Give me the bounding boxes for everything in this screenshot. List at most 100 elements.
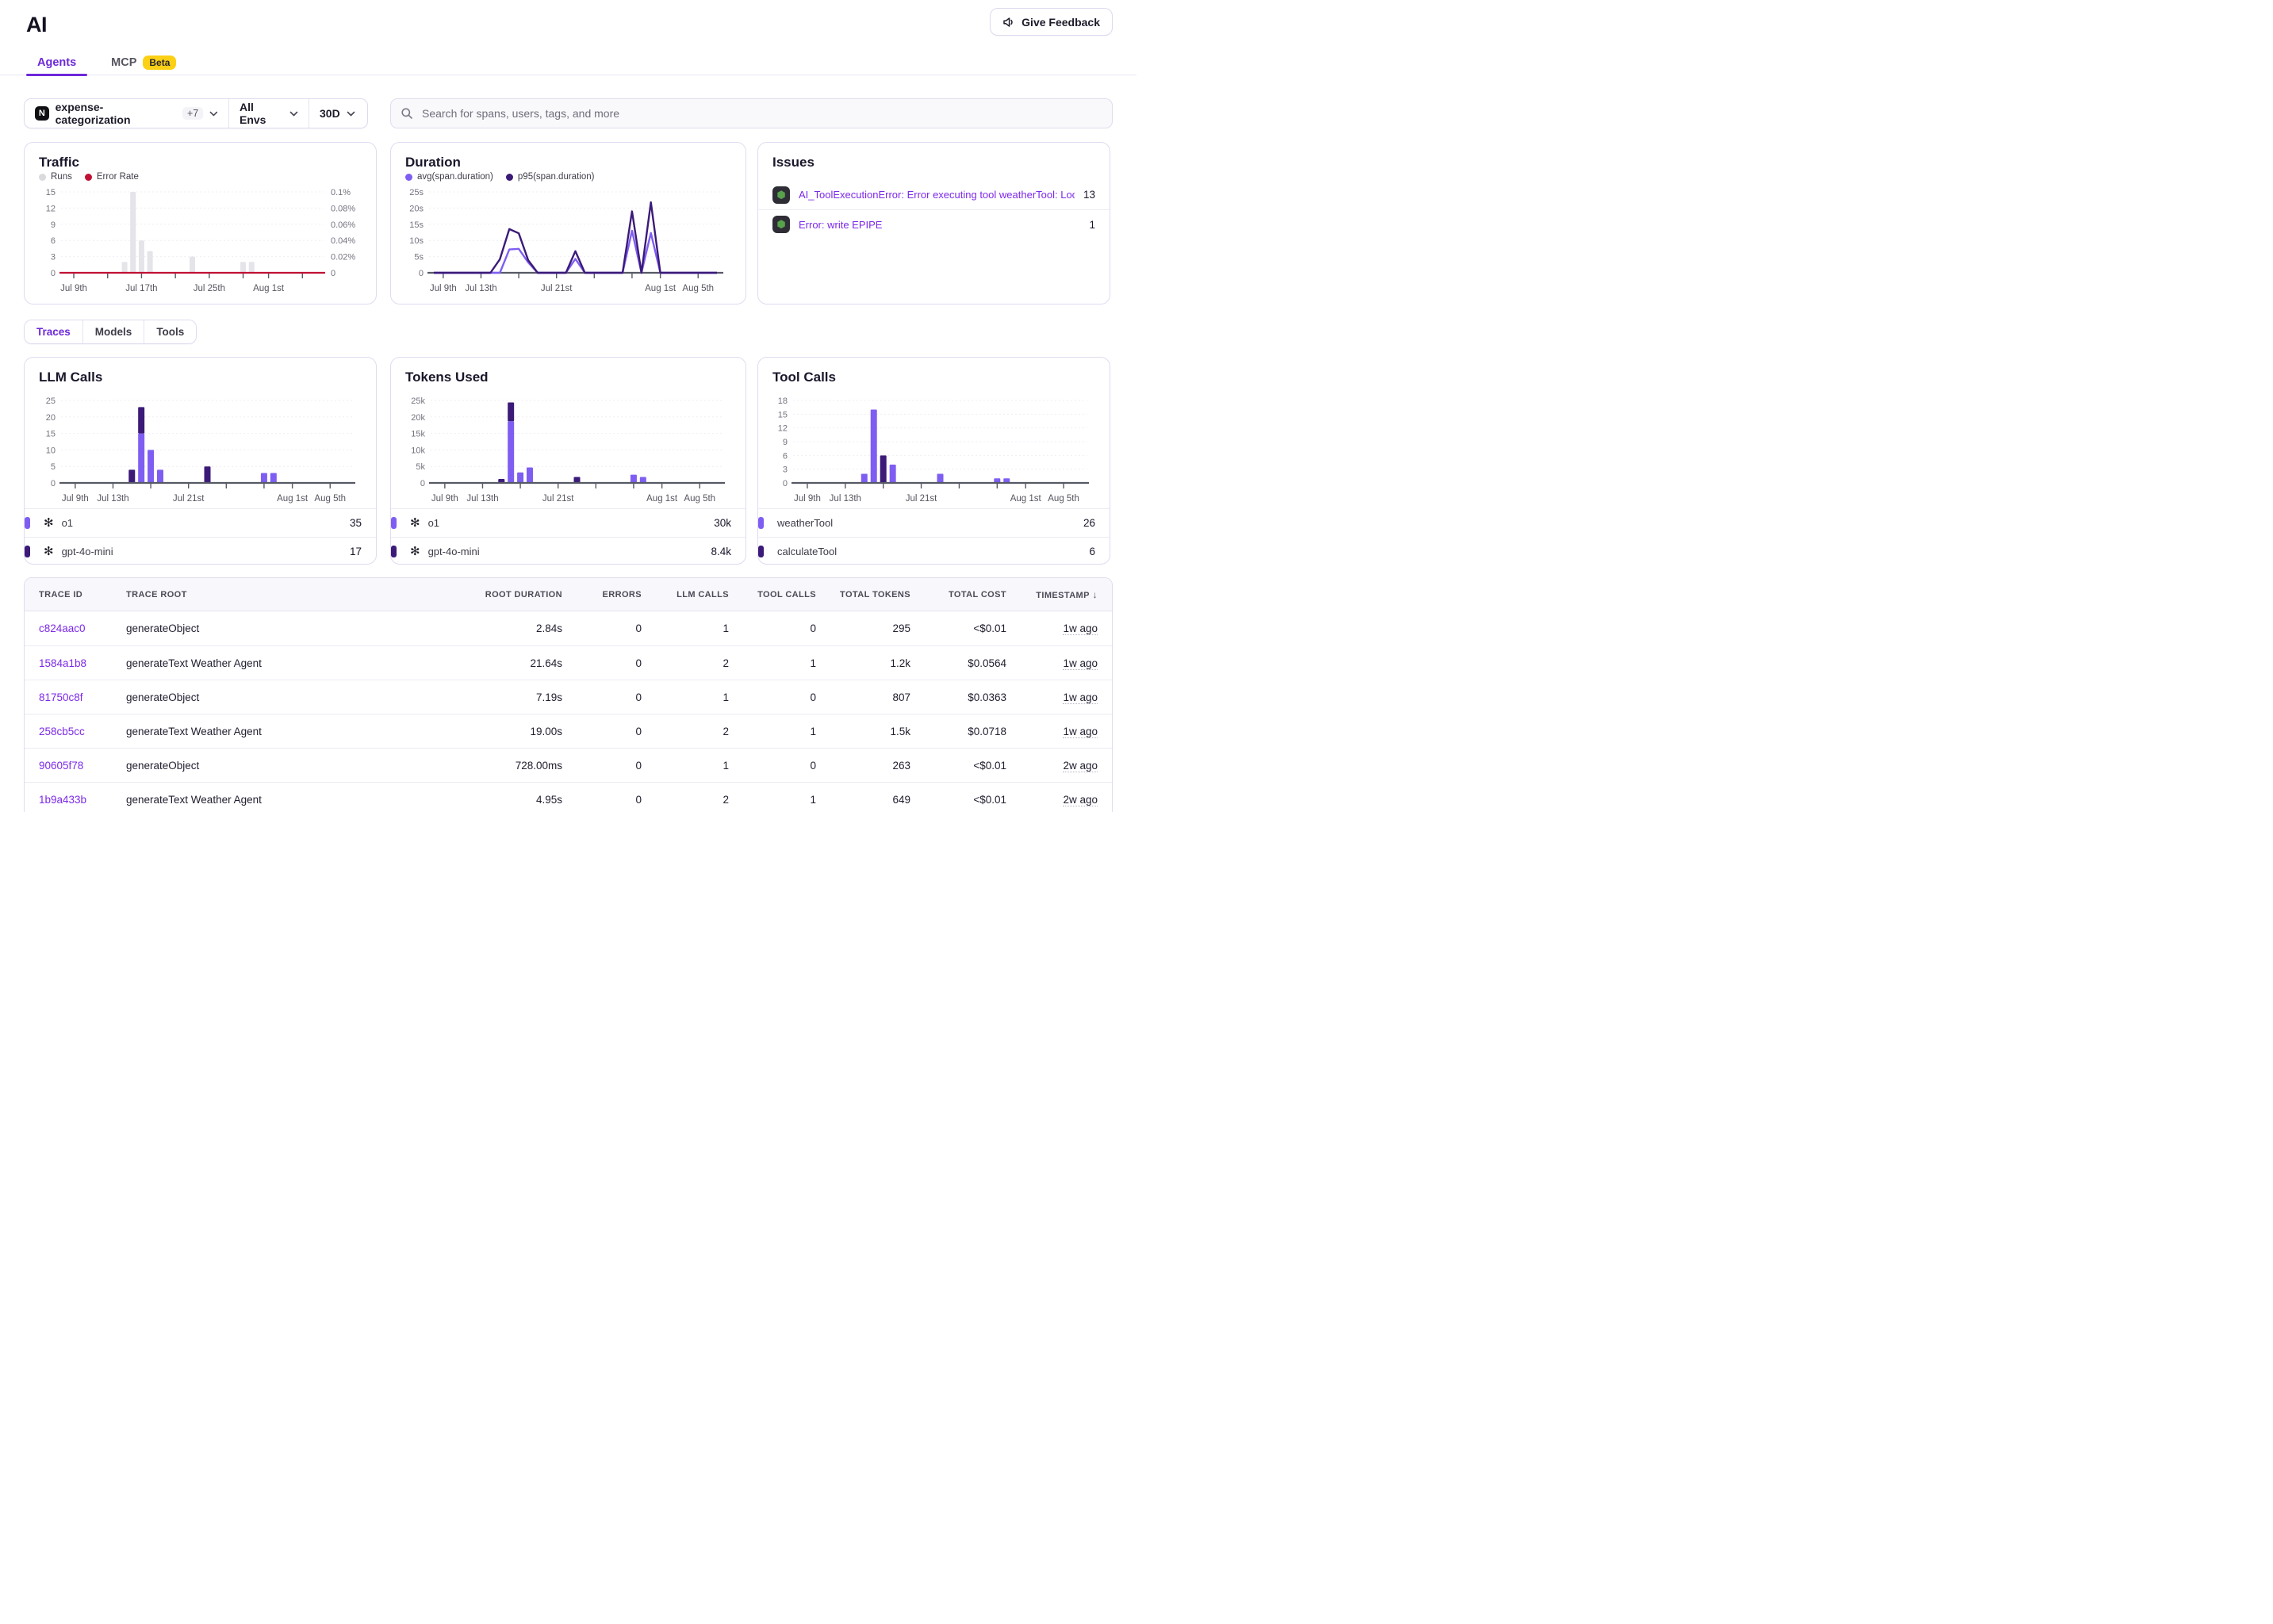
- duration-legend: avg(span.duration)p95(span.duration): [405, 172, 594, 182]
- tool-calls: 1: [729, 794, 816, 806]
- table-row[interactable]: 81750c8fgenerateObject7.19s010807$0.0363…: [25, 680, 1112, 714]
- svg-text:Aug 5th: Aug 5th: [684, 494, 715, 504]
- column-header-errors[interactable]: ERRORS: [562, 590, 642, 599]
- series-breakdown-row[interactable]: calculateTool6: [758, 537, 1110, 565]
- series-label: o1: [62, 517, 73, 529]
- openai-icon: ✻: [44, 517, 54, 529]
- column-header-trace-root[interactable]: TRACE ROOT: [126, 590, 388, 599]
- project-filter-dropdown[interactable]: N expense-categorization +7: [25, 99, 228, 128]
- search-icon: [401, 107, 413, 120]
- trace-id-link[interactable]: 1584a1b8: [25, 657, 126, 669]
- column-header-llm-calls[interactable]: LLM CALLS: [642, 590, 729, 599]
- svg-text:0: 0: [51, 269, 56, 278]
- timestamp-link[interactable]: 1w ago: [1006, 726, 1112, 737]
- issue-count: 13: [1083, 189, 1095, 201]
- errors: 0: [562, 794, 642, 806]
- table-row[interactable]: c824aac0generateObject2.84s010295<$0.011…: [25, 611, 1112, 645]
- series-breakdown-row[interactable]: ✻o130k: [391, 508, 746, 537]
- llm-calls: 2: [642, 726, 729, 737]
- timestamp-link[interactable]: 2w ago: [1006, 794, 1112, 806]
- openai-icon: ✻: [410, 517, 420, 529]
- tab-models[interactable]: Models: [82, 320, 144, 343]
- root-duration: 2.84s: [388, 622, 562, 634]
- svg-text:0: 0: [420, 479, 425, 488]
- series-breakdown-row[interactable]: ✻gpt-4o-mini8.4k: [391, 537, 746, 565]
- errors: 0: [562, 726, 642, 737]
- legend-dot-icon: [506, 174, 513, 181]
- column-header-timestamp[interactable]: TIMESTAMP ↓: [1006, 589, 1112, 600]
- column-header-trace-id[interactable]: TRACE ID: [25, 590, 126, 599]
- series-value: 17: [350, 546, 362, 557]
- trace-root: generateObject: [126, 760, 388, 772]
- llm-calls-title: LLM Calls: [39, 370, 376, 385]
- issue-row[interactable]: ⬢AI_ToolExecutionError: Error executing …: [758, 180, 1110, 209]
- tab-agents[interactable]: Agents: [26, 49, 87, 75]
- beta-badge: Beta: [143, 56, 176, 70]
- tab-traces[interactable]: Traces: [25, 320, 82, 343]
- search-input[interactable]: [390, 98, 1113, 128]
- env-filter-dropdown[interactable]: All Envs: [228, 99, 309, 128]
- table-row[interactable]: 258cb5ccgenerateText Weather Agent19.00s…: [25, 714, 1112, 748]
- chevron-down-icon: [347, 111, 355, 117]
- column-header-total-tokens[interactable]: TOTAL TOKENS: [816, 590, 910, 599]
- column-header-root-duration[interactable]: ROOT DURATION: [388, 590, 562, 599]
- timestamp-link[interactable]: 1w ago: [1006, 691, 1112, 703]
- issue-link[interactable]: Error: write EPIPE: [799, 219, 1080, 231]
- series-color-chip: [25, 517, 30, 529]
- table-row[interactable]: 90605f78generateObject728.00ms010263<$0.…: [25, 748, 1112, 782]
- column-header-tool-calls[interactable]: TOOL CALLS: [729, 590, 816, 599]
- svg-text:Aug 1st: Aug 1st: [645, 284, 677, 293]
- series-label: gpt-4o-mini: [428, 546, 480, 557]
- llm-calls: 1: [642, 622, 729, 634]
- timestamp-link[interactable]: 1w ago: [1006, 657, 1112, 669]
- svg-text:3: 3: [51, 253, 56, 262]
- legend-item: p95(span.duration): [506, 172, 595, 182]
- svg-text:Aug 5th: Aug 5th: [1048, 494, 1079, 504]
- timestamp-link[interactable]: 1w ago: [1006, 622, 1112, 634]
- column-header-total-cost[interactable]: TOTAL COST: [910, 590, 1006, 599]
- tool-calls-breakdown: weatherTool26calculateTool6: [758, 508, 1110, 565]
- svg-text:5k: 5k: [416, 462, 425, 472]
- trace-id-link[interactable]: 1b9a433b: [25, 794, 126, 806]
- llm-calls: 1: [642, 691, 729, 703]
- openai-icon: ✻: [410, 546, 420, 557]
- svg-text:Aug 1st: Aug 1st: [253, 284, 285, 293]
- give-feedback-button[interactable]: Give Feedback: [990, 8, 1113, 36]
- timestamp-link[interactable]: 2w ago: [1006, 760, 1112, 772]
- svg-text:Aug 5th: Aug 5th: [682, 284, 714, 293]
- svg-text:0: 0: [51, 479, 56, 488]
- traffic-chart: 0030.02%60.04%90.06%120.08%150.1%Jul 9th…: [39, 186, 363, 297]
- svg-text:0.02%: 0.02%: [331, 253, 355, 262]
- project-extra-count: +7: [182, 107, 203, 120]
- svg-text:Jul 21st: Jul 21st: [542, 494, 574, 504]
- time-range-dropdown[interactable]: 30D: [309, 99, 367, 128]
- tool-calls-title: Tool Calls: [772, 370, 1110, 385]
- tool-calls-card: Tool Calls 0369121518Jul 9thJul 13thJul …: [757, 357, 1110, 565]
- table-row[interactable]: 1b9a433bgenerateText Weather Agent4.95s0…: [25, 782, 1112, 812]
- llm-calls-card: LLM Calls 0510152025Jul 9thJul 13thJul 2…: [24, 357, 377, 565]
- table-row[interactable]: 1584a1b8generateText Weather Agent21.64s…: [25, 645, 1112, 680]
- tab-mcp[interactable]: MCP Beta: [100, 49, 187, 75]
- trace-id-link[interactable]: 258cb5cc: [25, 726, 126, 737]
- issue-row[interactable]: ⬢Error: write EPIPE1: [758, 209, 1110, 239]
- nextjs-icon: N: [35, 106, 49, 121]
- series-color-chip: [758, 546, 764, 557]
- llm-calls: 2: [642, 657, 729, 669]
- trace-id-link[interactable]: 90605f78: [25, 760, 126, 772]
- errors: 0: [562, 622, 642, 634]
- root-duration: 21.64s: [388, 657, 562, 669]
- total-tokens: 263: [816, 760, 910, 772]
- total-tokens: 1.5k: [816, 726, 910, 737]
- series-breakdown-row[interactable]: weatherTool26: [758, 508, 1110, 537]
- svg-text:Aug 1st: Aug 1st: [277, 494, 309, 504]
- root-duration: 728.00ms: [388, 760, 562, 772]
- tokens-used-card: Tokens Used 05k10k15k20k25kJul 9thJul 13…: [390, 357, 746, 565]
- trace-id-link[interactable]: 81750c8f: [25, 691, 126, 703]
- tab-tools[interactable]: Tools: [144, 320, 196, 343]
- svg-text:Jul 13th: Jul 13th: [830, 494, 861, 504]
- issue-link[interactable]: AI_ToolExecutionError: Error executing t…: [799, 189, 1075, 201]
- series-breakdown-row[interactable]: ✻gpt-4o-mini17: [25, 537, 376, 565]
- svg-text:0: 0: [419, 269, 424, 278]
- series-breakdown-row[interactable]: ✻o135: [25, 508, 376, 537]
- trace-id-link[interactable]: c824aac0: [25, 622, 126, 634]
